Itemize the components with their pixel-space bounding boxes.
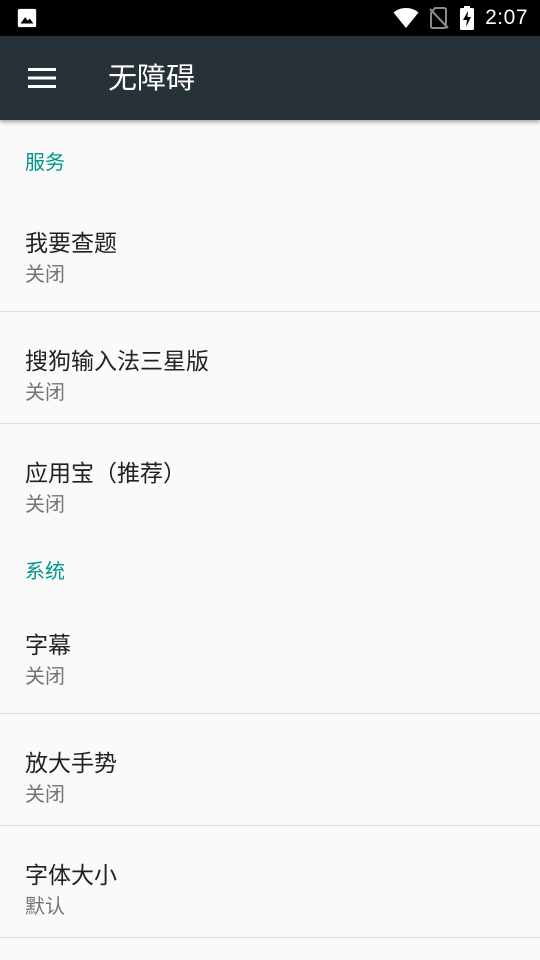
item-title: 我要查题 — [25, 231, 117, 257]
toolbar: 无障碍 — [0, 36, 540, 120]
item-summary: 关闭 — [25, 664, 65, 688]
item-title: 搜狗输入法三星版 — [25, 349, 209, 375]
wifi-icon — [393, 8, 419, 28]
status-bar: 2:07 — [0, 0, 540, 36]
settings-list: 服务 我要查题 关闭 搜狗输入法三星版 关闭 应用宝（推荐） 关闭 系统 字幕 … — [0, 120, 540, 960]
item-title: 字体大小 — [25, 863, 117, 889]
item-summary: 关闭 — [25, 492, 65, 516]
hamburger-menu-icon — [28, 68, 56, 88]
image-notification-icon — [17, 8, 37, 28]
settings-item-sogou-input[interactable]: 搜狗输入法三星版 关闭 — [0, 312, 540, 424]
item-summary: 关闭 — [25, 262, 65, 286]
settings-item-wo-yao-cha-ti[interactable]: 我要查题 关闭 — [0, 200, 540, 312]
menu-button[interactable] — [14, 50, 70, 106]
item-title: 字幕 — [25, 633, 71, 659]
item-summary: 关闭 — [25, 380, 65, 404]
section-header-services: 服务 — [25, 149, 65, 174]
battery-charging-icon — [460, 6, 475, 30]
settings-item-magnification-gestures[interactable]: 放大手势 关闭 — [0, 714, 540, 826]
status-icons: 2:07 — [393, 0, 528, 36]
item-summary: 关闭 — [25, 782, 65, 806]
no-sim-icon — [429, 7, 449, 29]
page-title: 无障碍 — [108, 61, 196, 95]
settings-item-app-store[interactable]: 应用宝（推荐） 关闭 — [0, 424, 540, 536]
settings-item-captions[interactable]: 字幕 关闭 — [0, 602, 540, 714]
section-header-system: 系统 — [25, 558, 65, 583]
settings-item-font-size[interactable]: 字体大小 默认 — [0, 826, 540, 938]
item-summary: 默认 — [25, 894, 65, 918]
status-time: 2:07 — [485, 6, 528, 29]
item-title: 放大手势 — [25, 751, 117, 777]
item-title: 应用宝（推荐） — [25, 461, 186, 487]
